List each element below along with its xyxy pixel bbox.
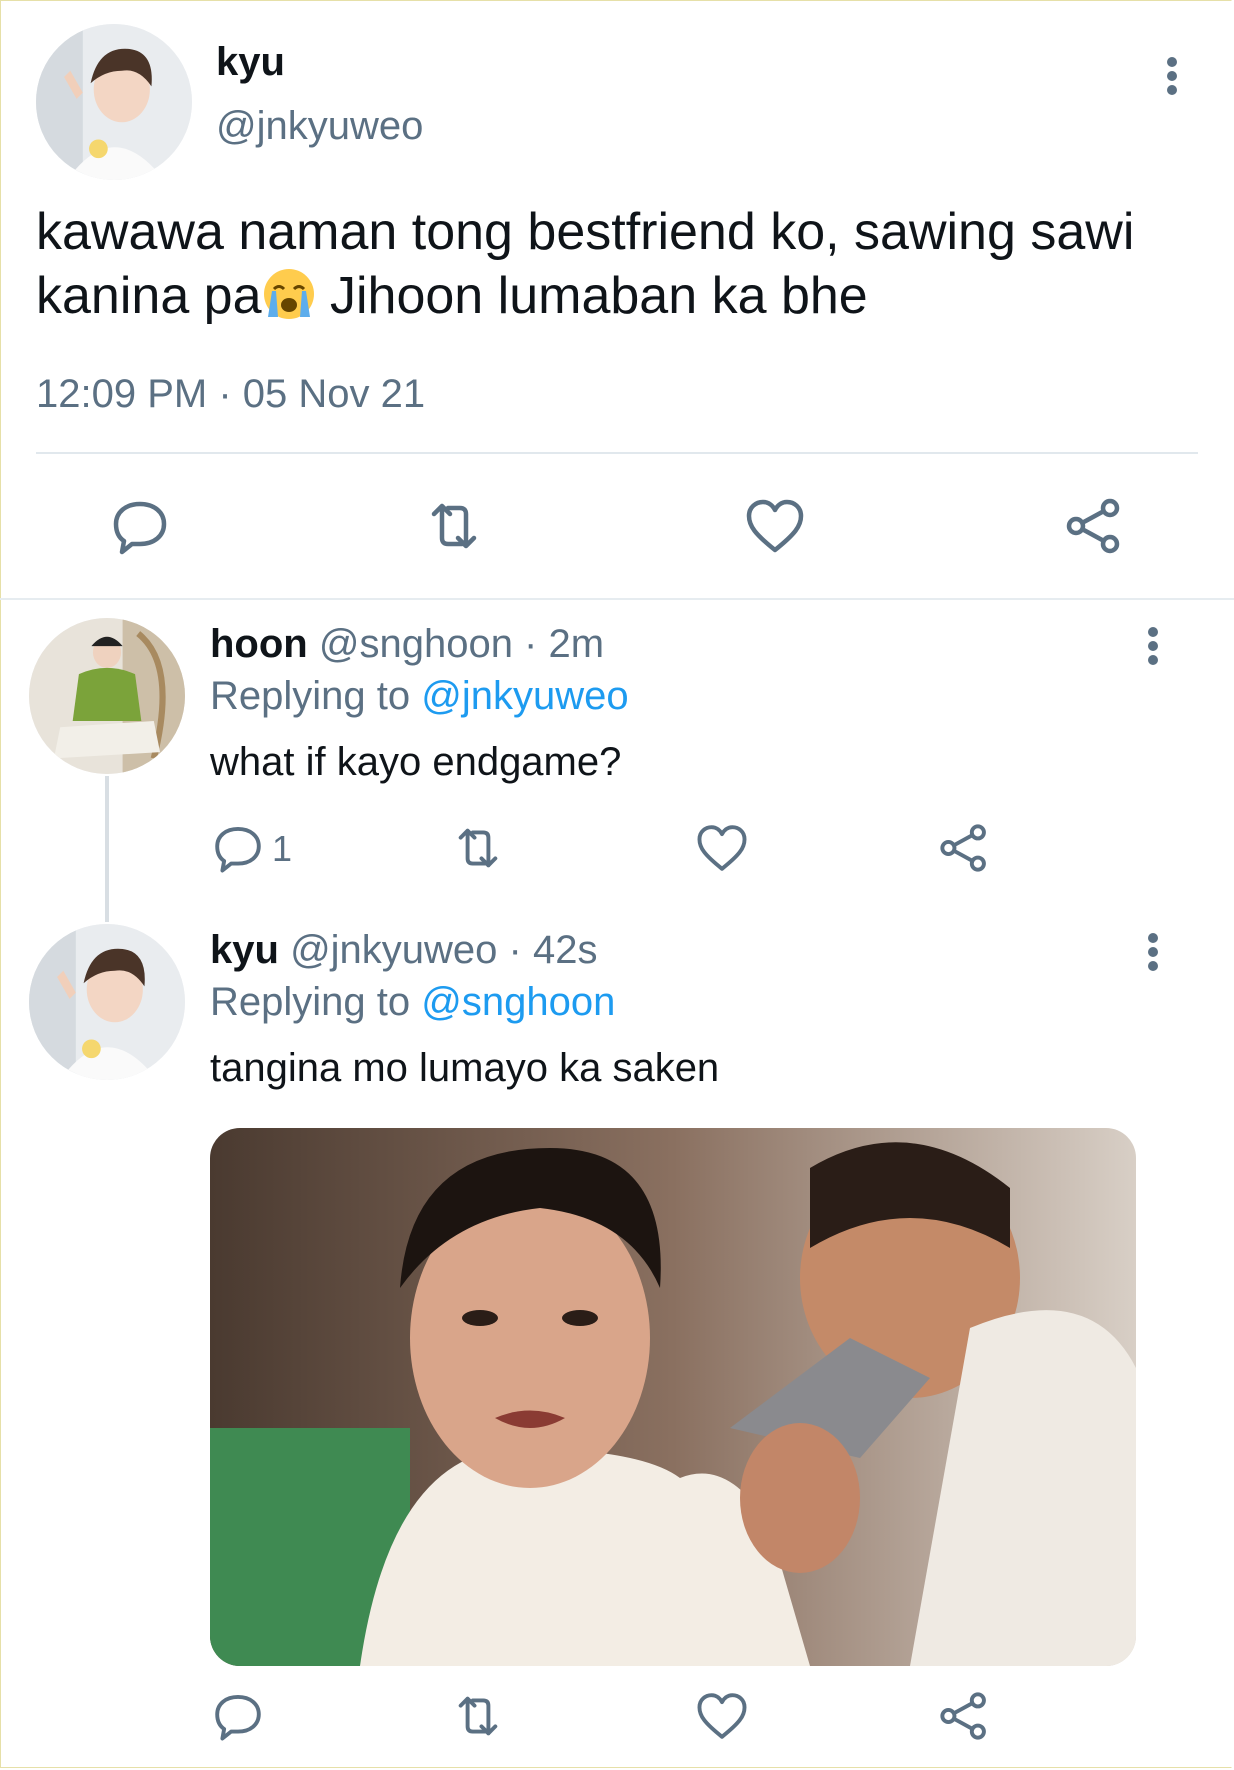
avatar[interactable]	[29, 618, 185, 774]
display-name[interactable]: kyu	[216, 40, 285, 85]
main-tweet: kyu @jnkyuweo kawawa naman tong bestfrie…	[0, 0, 1234, 600]
reply-header: kyu @jnkyuweo · 42s	[210, 928, 597, 973]
share-icon[interactable]	[938, 1690, 990, 1742]
thread-line	[105, 776, 109, 922]
reply-icon[interactable]	[212, 822, 264, 874]
media-attachment-image[interactable]	[210, 1128, 1136, 1666]
share-icon[interactable]	[938, 822, 990, 874]
user-handle[interactable]: @jnkyuweo	[216, 104, 423, 149]
replying-to: Replying to @snghoon	[210, 980, 615, 1025]
replying-to-mention[interactable]: @jnkyuweo	[421, 674, 628, 718]
handle-and-time[interactable]: @jnkyuweo · 42s	[290, 928, 597, 972]
like-icon[interactable]	[745, 496, 805, 556]
more-options-icon[interactable]	[1137, 622, 1169, 670]
divider	[36, 452, 1198, 454]
reply-text: what if kayo endgame?	[210, 740, 622, 784]
share-icon[interactable]	[1064, 496, 1124, 556]
retweet-icon[interactable]	[452, 822, 504, 874]
divider	[0, 598, 1234, 600]
tweet-text-line2-start: kanina pa	[36, 267, 262, 325]
tweet-timestamp[interactable]: 12:09 PM · 05 Nov 21	[36, 372, 425, 417]
more-options-icon[interactable]	[1156, 52, 1188, 100]
crying-face-emoji-icon	[262, 267, 316, 321]
reply-count: 1	[272, 828, 293, 869]
tweet-text-line2-end: Jihoon lumaban ka bhe	[315, 267, 868, 325]
display-name[interactable]: kyu	[210, 928, 279, 972]
tweet-text-line1: kawawa naman tong bestfriend ko, sawing …	[36, 203, 1135, 261]
like-icon[interactable]	[696, 822, 748, 874]
avatar[interactable]	[36, 24, 192, 180]
replying-to-label: Replying to	[210, 980, 411, 1024]
retweet-icon[interactable]	[452, 1690, 504, 1742]
replying-to-mention[interactable]: @snghoon	[421, 980, 615, 1024]
tweet-text: kawawa naman tong bestfriend ko, sawing …	[36, 200, 1196, 328]
retweet-icon[interactable]	[424, 496, 484, 556]
reply-icon[interactable]	[110, 496, 170, 556]
reply-icon[interactable]	[212, 1690, 264, 1742]
reply-header: hoon @snghoon · 2m	[210, 622, 604, 667]
handle-and-time[interactable]: @snghoon · 2m	[319, 622, 604, 666]
like-icon[interactable]	[696, 1690, 748, 1742]
more-options-icon[interactable]	[1137, 928, 1169, 976]
reply-text: tangina mo lumayo ka saken	[210, 1046, 720, 1090]
replying-to-label: Replying to	[210, 674, 411, 718]
display-name[interactable]: hoon	[210, 622, 308, 666]
replying-to: Replying to @jnkyuweo	[210, 674, 629, 719]
avatar[interactable]	[29, 924, 185, 1080]
